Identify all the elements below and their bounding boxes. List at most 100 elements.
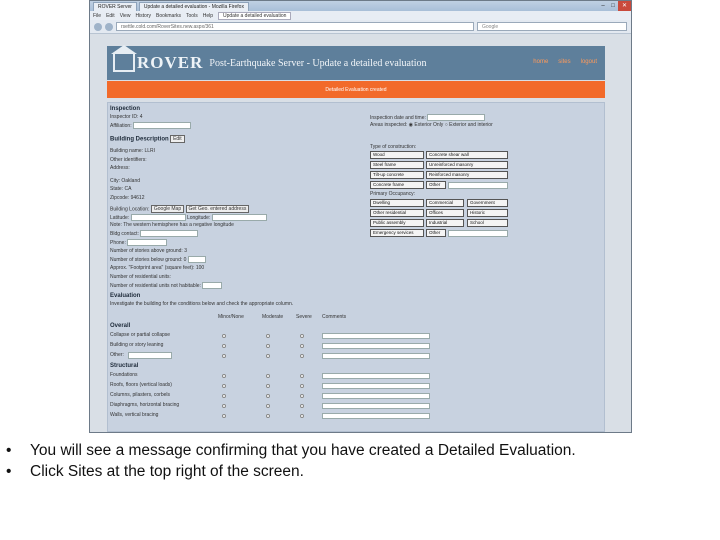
not-habitable-input[interactable] [202, 281, 223, 289]
menu-item[interactable]: Edit [106, 13, 115, 19]
radio-severe[interactable] [300, 414, 304, 418]
radio-minor[interactable] [222, 394, 226, 398]
occ-other[interactable]: Other [426, 229, 446, 237]
areas-option-interior: Exterior and interior [449, 122, 493, 128]
radio-minor[interactable] [222, 354, 226, 358]
comment-input[interactable] [322, 343, 430, 349]
occ-public-assembly[interactable]: Public assembly [370, 219, 424, 227]
latitude-input[interactable] [130, 214, 186, 221]
type-concrete-frame[interactable]: Concrete frame [370, 181, 424, 189]
radio-moderate[interactable] [266, 414, 270, 418]
other-condition-input[interactable] [128, 352, 172, 359]
areas-option-exterior: Exterior Only [414, 122, 444, 128]
browser-tab[interactable]: ROVER Server [93, 1, 137, 11]
col-moderate: Moderate [262, 314, 284, 320]
url-field[interactable]: rsettle.cold.com/RoverSites.new.aspx/361 [116, 22, 474, 31]
menu-item[interactable]: Bookmarks [156, 13, 181, 19]
menu-item[interactable]: History [135, 13, 151, 19]
occ-school[interactable]: School [467, 219, 508, 227]
longitude-input[interactable] [211, 214, 267, 221]
occ-historic[interactable]: Historic [467, 209, 508, 217]
nav-sites-link[interactable]: sites [558, 59, 570, 65]
comment-input[interactable] [322, 373, 430, 379]
nav-logout-link[interactable]: logout [581, 59, 597, 65]
comment-input[interactable] [322, 393, 430, 399]
col-severe: Severe [296, 314, 312, 320]
radio-moderate[interactable] [266, 354, 270, 358]
browser-tab[interactable]: Update a detailed evaluation - Mozilla F… [138, 1, 249, 11]
type-steel-frame[interactable]: Steel frame [370, 161, 424, 169]
google-map-button[interactable]: Google Map [150, 205, 185, 213]
minimize-icon[interactable]: – [598, 1, 608, 11]
occ-offices[interactable]: Offices [426, 209, 464, 217]
comment-input[interactable] [322, 413, 430, 419]
radio-exterior-only[interactable]: ◉ [409, 122, 413, 128]
nav-home-link[interactable]: home [533, 59, 548, 65]
search-input[interactable]: Google [477, 22, 627, 31]
radio-minor[interactable] [222, 344, 226, 348]
contact-input[interactable] [140, 230, 199, 238]
radio-moderate[interactable] [266, 404, 270, 408]
radio-severe[interactable] [300, 384, 304, 388]
type-reinforced-masonry[interactable]: Reinforced masonry [426, 171, 508, 179]
radio-moderate[interactable] [266, 334, 270, 338]
page-title: Post-Earthquake Server - Update a detail… [209, 57, 427, 69]
stories-below-input[interactable] [187, 255, 206, 263]
maximize-icon[interactable]: □ [608, 1, 618, 11]
radio-exterior-interior[interactable]: ○ [445, 122, 448, 128]
menu-item[interactable]: File [93, 13, 101, 19]
evaluation-heading: Evaluation [110, 293, 141, 299]
radio-moderate[interactable] [266, 394, 270, 398]
comment-input[interactable] [322, 403, 430, 409]
forward-icon[interactable] [105, 22, 113, 31]
radio-minor[interactable] [222, 334, 226, 338]
occ-dwelling[interactable]: Dwelling [370, 199, 424, 207]
type-wood[interactable]: Wood [370, 151, 424, 159]
eval-item-label: Foundations [110, 372, 138, 378]
group-structural: Structural [110, 363, 139, 369]
type-tilt-up-concrete[interactable]: Tilt-up concrete [370, 171, 424, 179]
radio-minor[interactable] [222, 404, 226, 408]
occ-commercial[interactable]: Commercial [426, 199, 464, 207]
occ-government[interactable]: Government [467, 199, 508, 207]
phone-input[interactable] [127, 238, 168, 246]
radio-moderate[interactable] [266, 374, 270, 378]
radio-severe[interactable] [300, 334, 304, 338]
instruction-item: • Click Sites at the top right of the scr… [6, 461, 576, 482]
comment-input[interactable] [322, 383, 430, 389]
radio-severe[interactable] [300, 394, 304, 398]
radio-severe[interactable] [300, 344, 304, 348]
occ-industrial[interactable]: Industrial [426, 219, 464, 227]
radio-minor[interactable] [222, 384, 226, 388]
type-other[interactable]: Other [426, 181, 446, 189]
res-units-not-habitable-row: Number of residential units not habitabl… [110, 281, 330, 291]
occ-other-input[interactable] [448, 230, 508, 237]
occ-emergency-services[interactable]: Emergency services [370, 229, 424, 237]
affiliation-row: Affiliation: [110, 122, 191, 129]
window-controls: – □ ✕ [598, 1, 631, 11]
radio-severe[interactable] [300, 404, 304, 408]
menu-item[interactable]: View [120, 13, 131, 19]
radio-severe[interactable] [300, 354, 304, 358]
geocode-button[interactable]: Get Geo. entered address [185, 205, 250, 213]
radio-minor[interactable] [222, 374, 226, 378]
comment-input[interactable] [322, 353, 430, 359]
rover-page: ROVER Post-Earthquake Server - Update a … [107, 45, 605, 432]
radio-minor[interactable] [222, 414, 226, 418]
radio-moderate[interactable] [266, 344, 270, 348]
comment-input[interactable] [322, 333, 430, 339]
active-tab[interactable]: Update a detailed evaluation [218, 11, 292, 20]
type-unreinforced-masonry[interactable]: Unreinforced masonry [426, 161, 508, 169]
radio-severe[interactable] [300, 374, 304, 378]
radio-moderate[interactable] [266, 384, 270, 388]
affiliation-input[interactable] [132, 122, 191, 129]
menu-item[interactable]: Tools [186, 13, 198, 19]
date-input[interactable] [427, 114, 486, 121]
close-icon[interactable]: ✕ [618, 1, 631, 11]
edit-button[interactable]: Edit [170, 135, 185, 143]
occ-other-residential[interactable]: Other residential [370, 209, 424, 217]
back-icon[interactable] [94, 22, 102, 31]
type-other-input[interactable] [448, 182, 508, 189]
type-concrete-shear-wall[interactable]: Concrete shear wall [426, 151, 508, 159]
menu-item[interactable]: Help [203, 13, 213, 19]
